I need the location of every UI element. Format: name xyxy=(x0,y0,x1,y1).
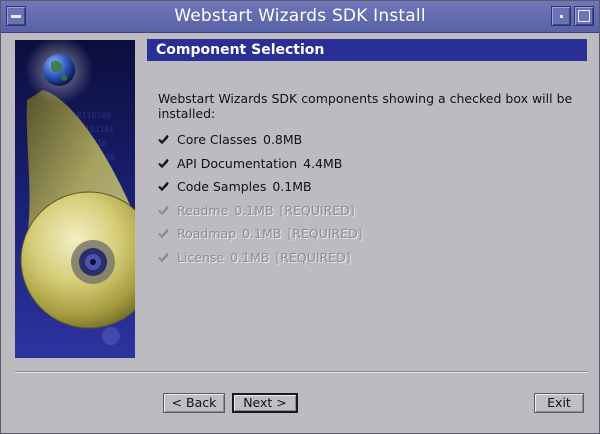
component-description: Webstart Wizards SDK components showing … xyxy=(158,91,573,121)
component-name: Roadmap xyxy=(177,226,237,241)
component-name: License xyxy=(177,250,225,265)
component-checkbox xyxy=(158,251,169,263)
component-size: 0.1MB xyxy=(234,203,274,218)
component-size: 4.4MB xyxy=(303,156,343,171)
component-row: Roadmap 0.1MB [REQUIRED] xyxy=(158,226,363,242)
title-bar[interactable]: Webstart Wizards SDK Install xyxy=(1,1,599,33)
component-name: API Documentation xyxy=(177,156,298,171)
component-row: Readme 0.1MB [REQUIRED] xyxy=(158,203,355,219)
component-name: Core Classes xyxy=(177,132,257,147)
component-required-tag: [REQUIRED] xyxy=(275,250,351,265)
component-row: License 0.1MB [REQUIRED] xyxy=(158,250,351,266)
component-checkbox xyxy=(158,204,169,216)
component-size: 0.1MB xyxy=(272,179,312,194)
footer-separator xyxy=(15,371,587,373)
component-size: 0.1MB xyxy=(230,250,270,265)
wizard-side-graphic: 0110100 101101 0011010 11010 1001101 010… xyxy=(15,40,135,358)
component-name: Readme xyxy=(177,203,229,218)
installer-window: Webstart Wizards SDK Install 0110100 101… xyxy=(0,0,600,434)
component-required-tag: [REQUIRED] xyxy=(279,203,355,218)
maximize-icon xyxy=(578,10,590,22)
maximize-button[interactable] xyxy=(574,6,594,26)
section-header: Component Selection xyxy=(147,39,587,61)
component-size: 0.8MB xyxy=(263,132,303,147)
component-required-tag: [REQUIRED] xyxy=(287,226,363,241)
component-name: Code Samples xyxy=(177,179,267,194)
back-button[interactable]: < Back xyxy=(163,393,225,413)
next-button[interactable]: Next > xyxy=(232,393,298,413)
component-row[interactable]: Code Samples 0.1MB xyxy=(158,179,312,195)
component-checkbox xyxy=(158,227,169,239)
svg-text:0110100: 0110100 xyxy=(77,111,111,120)
component-checkbox[interactable] xyxy=(158,180,169,192)
component-row[interactable]: Core Classes 0.8MB xyxy=(158,132,302,148)
minimize-button[interactable] xyxy=(551,6,571,26)
component-size: 0.1MB xyxy=(242,226,282,241)
component-checkbox[interactable] xyxy=(158,133,169,145)
component-checkbox[interactable] xyxy=(158,157,169,169)
component-row[interactable]: API Documentation 4.4MB xyxy=(158,156,342,172)
window-title: Webstart Wizards SDK Install xyxy=(174,6,426,26)
minimize-icon xyxy=(560,15,563,18)
globe-cd-illustration: 0110100 101101 0011010 11010 1001101 010… xyxy=(15,40,135,358)
exit-button[interactable]: Exit xyxy=(534,393,584,413)
